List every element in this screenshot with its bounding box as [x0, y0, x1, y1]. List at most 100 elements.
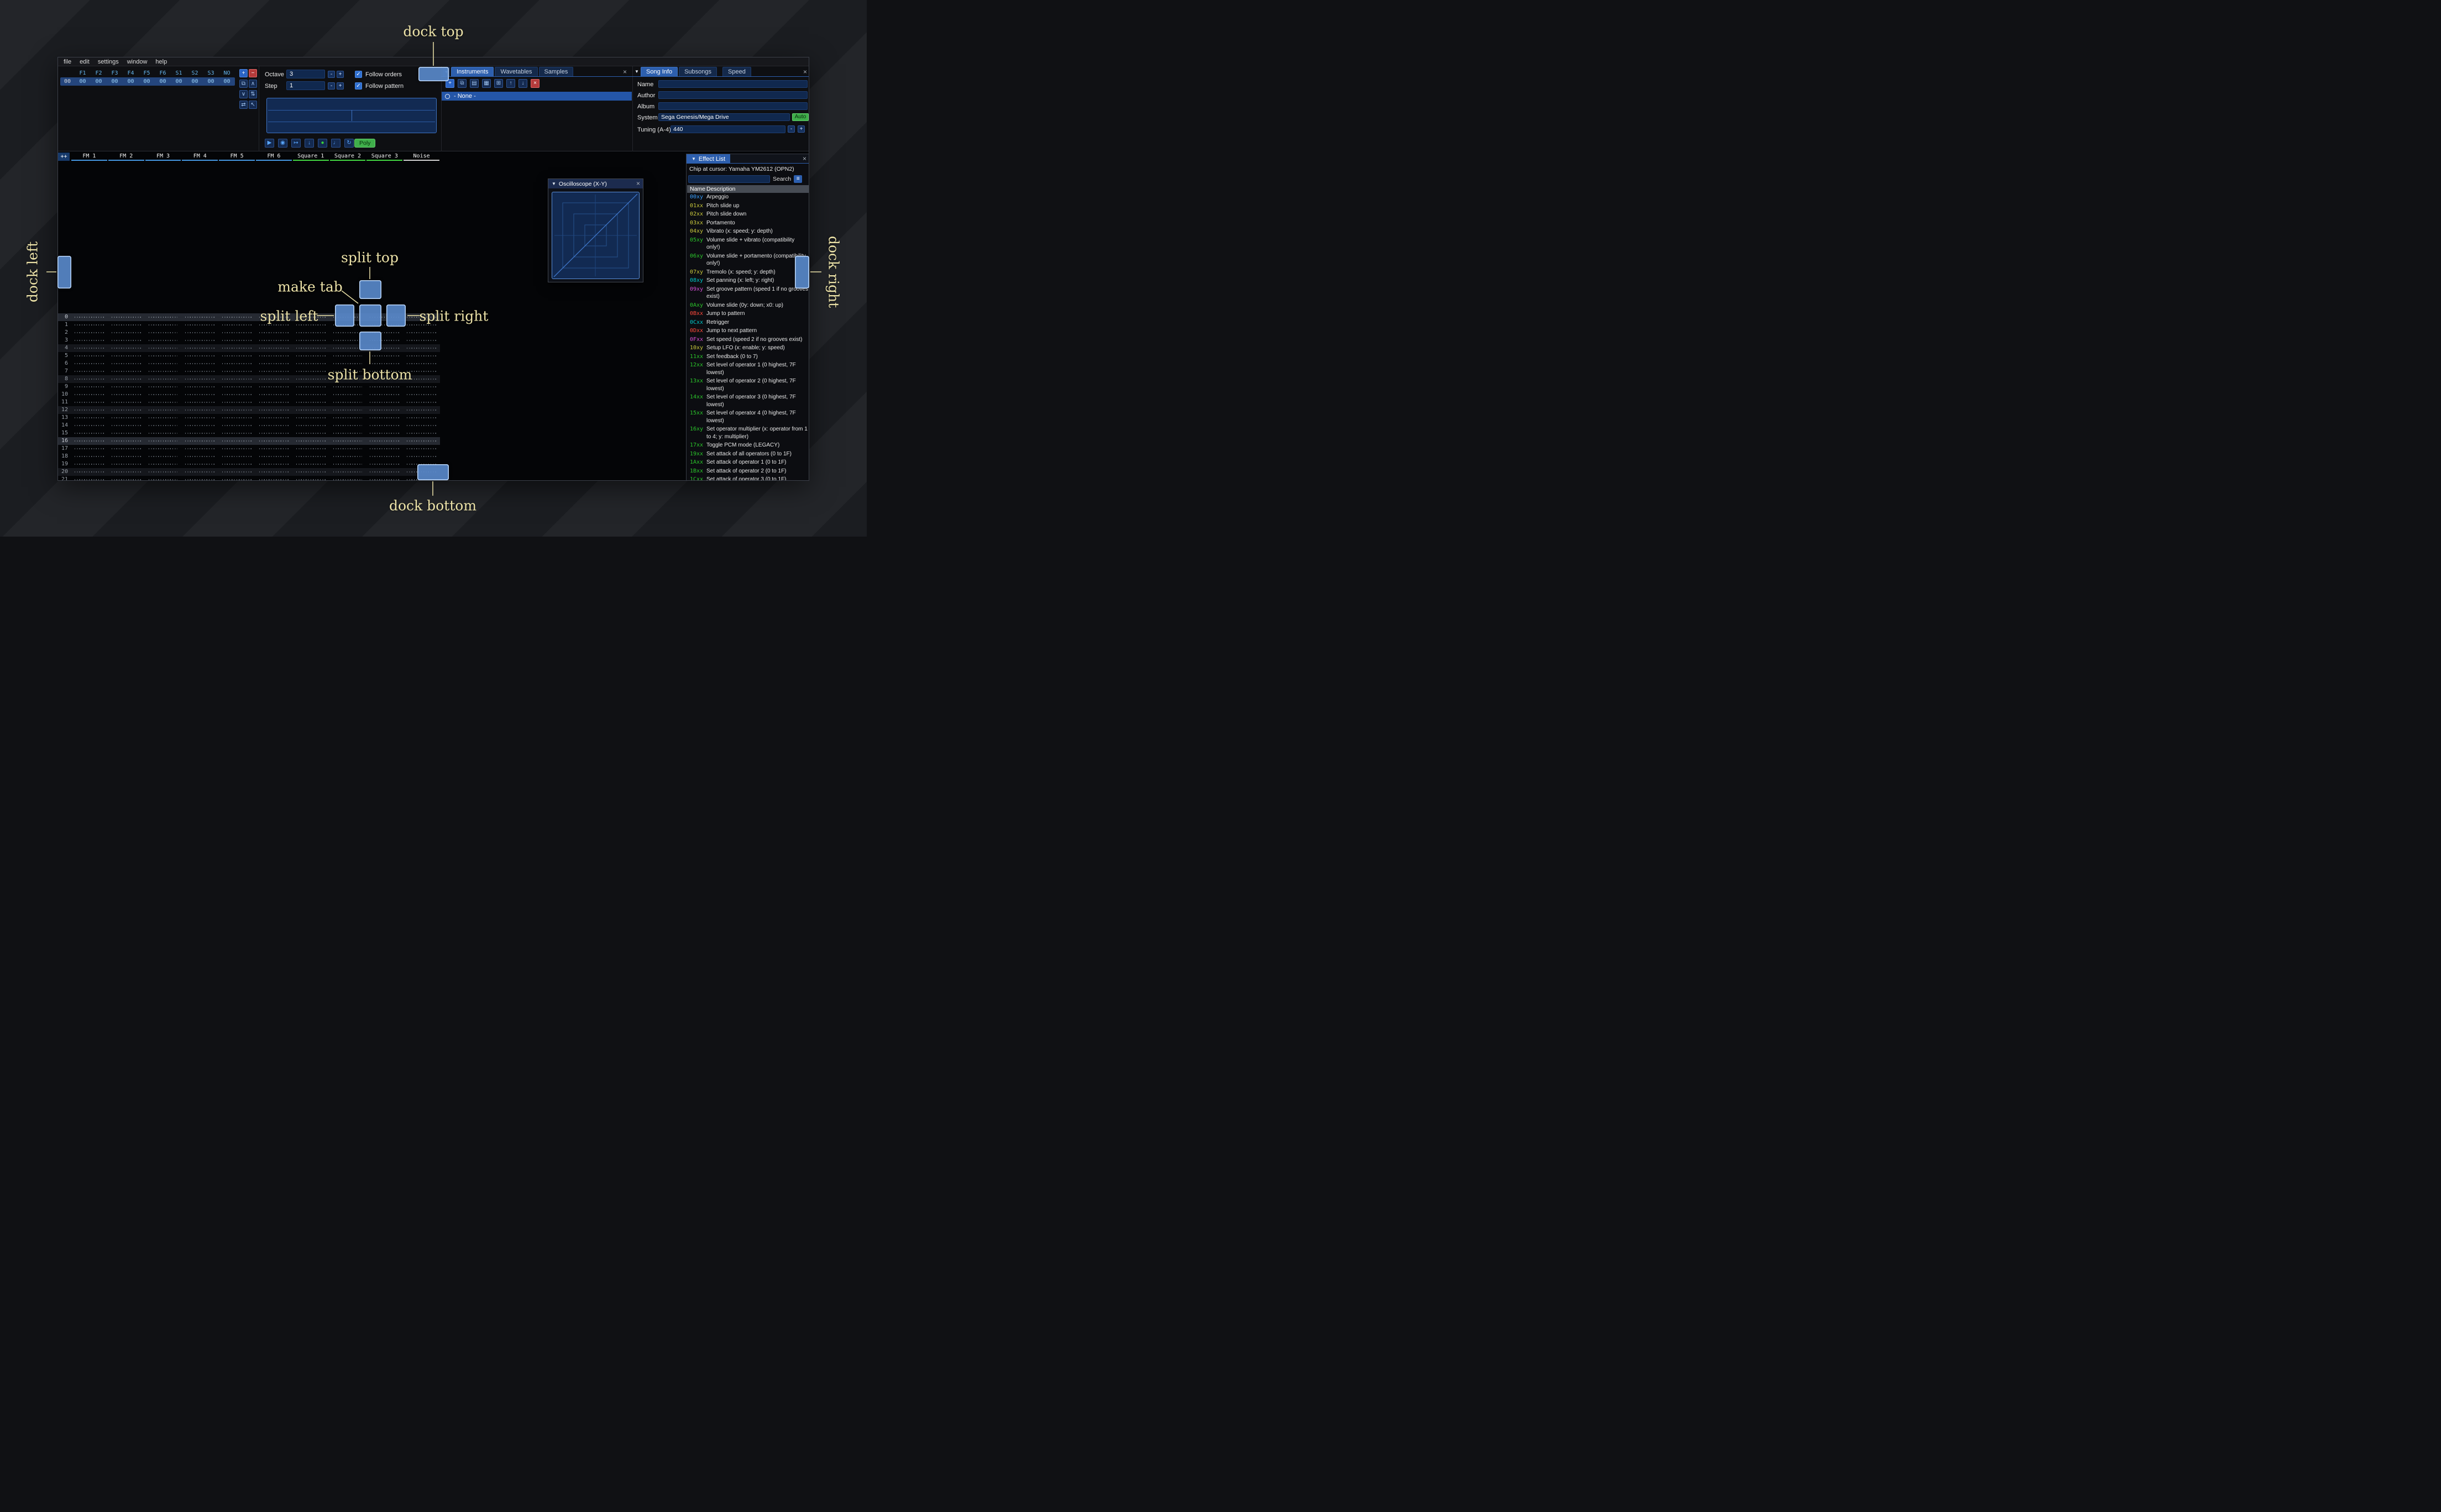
pattern-cell[interactable]	[108, 398, 145, 406]
pattern-cell[interactable]	[108, 391, 145, 398]
pattern-cell[interactable]	[366, 406, 403, 414]
pattern-cell[interactable]	[366, 398, 403, 406]
menu-help[interactable]: help	[155, 59, 167, 65]
close-icon[interactable]: ×	[623, 69, 627, 75]
pattern-cell[interactable]	[71, 375, 108, 383]
pattern-cell[interactable]	[145, 437, 182, 445]
split-target-top[interactable]	[359, 280, 381, 299]
effect-row-11xx[interactable]: 11xx Set feedback (0 to 7)	[687, 353, 809, 361]
pattern-cell[interactable]	[218, 321, 255, 329]
channel-header-noise[interactable]: Noise	[403, 153, 440, 161]
pattern-cell[interactable]	[255, 468, 292, 476]
pattern-cell[interactable]	[181, 344, 218, 352]
repeat-pattern-button[interactable]: ↻	[344, 139, 354, 148]
open-instrument-button[interactable]: ▤	[470, 79, 479, 88]
pattern-cell[interactable]	[108, 460, 145, 468]
pattern-row-13[interactable]: 13	[58, 414, 440, 422]
split-target-right[interactable]	[386, 305, 406, 327]
pattern-cell[interactable]	[145, 321, 182, 329]
pattern-cell[interactable]	[108, 360, 145, 368]
instrument-folder-view-button[interactable]: ⊞	[494, 79, 503, 88]
channel-header-fm-1[interactable]: FM 1	[71, 153, 108, 161]
pattern-row-20[interactable]: 20	[58, 468, 440, 476]
pattern-cell[interactable]	[108, 313, 145, 321]
panel-separator[interactable]	[632, 66, 633, 151]
pattern-cell[interactable]	[145, 383, 182, 391]
pattern-cell[interactable]	[108, 445, 145, 453]
pattern-cell[interactable]	[145, 422, 182, 429]
pattern-cell[interactable]	[255, 414, 292, 422]
step-one-row-button[interactable]: ↦	[291, 139, 301, 148]
pattern-cell[interactable]	[218, 329, 255, 337]
pattern-cell[interactable]	[71, 422, 108, 429]
channel-header-square-3[interactable]: Square 3	[366, 153, 403, 161]
orders-current-row[interactable]: 00 00 00 00 00 00 00 00 00 00 00	[60, 77, 235, 86]
order-row-label[interactable]: 00	[60, 78, 75, 85]
menu-window[interactable]: window	[127, 59, 148, 65]
pattern-cell[interactable]	[71, 398, 108, 406]
pattern-cell[interactable]	[145, 398, 182, 406]
effect-list-titlebar[interactable]: ▼ Effect List ×	[687, 154, 809, 164]
pattern-cell[interactable]	[108, 406, 145, 414]
pattern-row-2[interactable]: 2	[58, 329, 440, 337]
tuning-decrease-button[interactable]: -	[788, 125, 795, 133]
system-field[interactable]	[658, 113, 790, 121]
pattern-cell[interactable]	[329, 352, 366, 360]
pattern-row-10[interactable]: 10	[58, 391, 440, 398]
effect-row-07xy[interactable]: 07xy Tremolo (x: speed; y: depth)	[687, 268, 809, 277]
pattern-cell[interactable]	[108, 321, 145, 329]
tab-subsongs[interactable]: Subsongs	[679, 67, 717, 76]
make-tab-target[interactable]	[359, 305, 381, 327]
pattern-cell[interactable]	[108, 368, 145, 375]
pattern-cell[interactable]	[255, 422, 292, 429]
tuning-field[interactable]	[671, 125, 785, 133]
channel-header-square-2[interactable]: Square 2	[329, 153, 366, 161]
pattern-cell[interactable]	[181, 453, 218, 460]
pattern-cell[interactable]	[403, 398, 440, 406]
pattern-cell[interactable]	[292, 437, 329, 445]
instrument-up-button[interactable]: ↑	[506, 79, 515, 88]
pattern-row-18[interactable]: 18	[58, 453, 440, 460]
pattern-cell[interactable]	[218, 344, 255, 352]
menu-edit[interactable]: edit	[80, 59, 90, 65]
order-edit-mode-button[interactable]: ↖	[249, 101, 257, 109]
pattern-row-12[interactable]: 12	[58, 406, 440, 414]
collapse-icon[interactable]: ▼	[552, 181, 556, 186]
pattern-cell[interactable]	[181, 460, 218, 468]
play-pattern-button[interactable]: ◉	[278, 139, 287, 148]
pattern-cell[interactable]	[366, 391, 403, 398]
pattern-cell[interactable]	[108, 429, 145, 437]
pattern-cell[interactable]	[329, 383, 366, 391]
pattern-cell[interactable]	[145, 360, 182, 368]
duplicate-order-to-end-button[interactable]: ⇅	[249, 90, 257, 98]
order-value[interactable]: 00	[171, 78, 187, 85]
pattern-cell[interactable]	[181, 368, 218, 375]
pattern-cell[interactable]	[218, 360, 255, 368]
pattern-cell[interactable]	[292, 391, 329, 398]
pattern-cell[interactable]	[181, 352, 218, 360]
pattern-cell[interactable]	[255, 368, 292, 375]
octave-input[interactable]	[286, 70, 325, 78]
pattern-cell[interactable]	[145, 445, 182, 453]
pattern-cell[interactable]	[366, 468, 403, 476]
pattern-cell[interactable]	[71, 313, 108, 321]
pattern-cell[interactable]	[255, 344, 292, 352]
pattern-cell[interactable]	[366, 429, 403, 437]
pattern-cell[interactable]	[292, 375, 329, 383]
piano-widget[interactable]	[266, 98, 437, 133]
order-value[interactable]: 00	[219, 78, 235, 85]
close-icon[interactable]: ×	[803, 69, 807, 75]
effect-row-14xx[interactable]: 14xx Set level of operator 3 (0 highest, …	[687, 393, 809, 409]
pattern-cell[interactable]	[292, 368, 329, 375]
pattern-cell[interactable]	[255, 360, 292, 368]
channel-header-fm-5[interactable]: FM 5	[218, 153, 255, 161]
pattern-row-21[interactable]: 21	[58, 476, 440, 480]
effect-row-15xx[interactable]: 15xx Set level of operator 4 (0 highest, …	[687, 409, 809, 425]
pattern-cell[interactable]	[329, 398, 366, 406]
pattern-row-4[interactable]: 4	[58, 344, 440, 352]
pattern-cell[interactable]	[71, 383, 108, 391]
delete-instrument-button[interactable]: ×	[531, 79, 539, 88]
pattern-cell[interactable]	[145, 352, 182, 360]
pattern-cell[interactable]	[329, 468, 366, 476]
pattern-cell[interactable]	[255, 329, 292, 337]
